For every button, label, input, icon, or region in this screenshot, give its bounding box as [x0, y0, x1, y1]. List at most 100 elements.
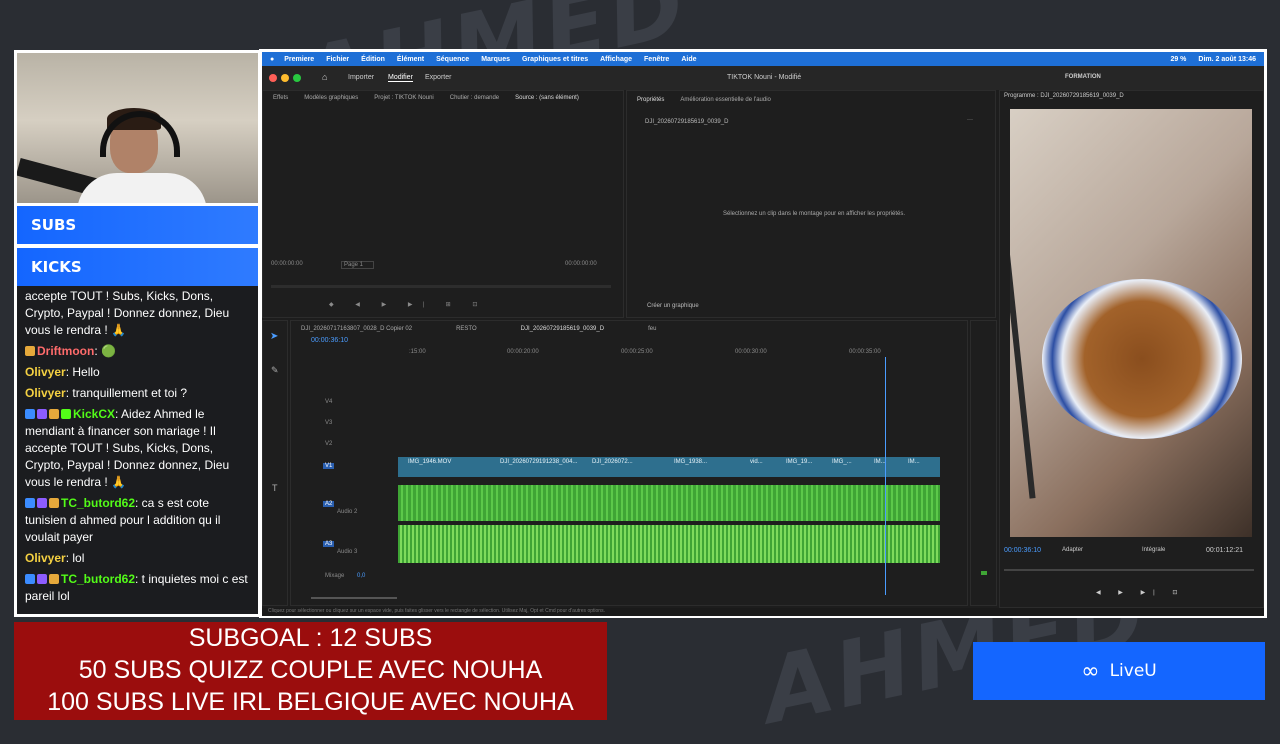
tab-exporter[interactable]: Exporter [425, 74, 451, 81]
status-hint: Cliquez pour sélectionner ou cliquez sur… [262, 608, 1264, 616]
menu-fenetre[interactable]: Fenêtre [644, 56, 669, 63]
video-clip[interactable]: IM... [874, 459, 886, 465]
fit-select[interactable]: Adapter [1062, 547, 1083, 553]
tab-importer[interactable]: Importer [348, 74, 374, 81]
quality-select[interactable]: Intégrale [1142, 547, 1165, 553]
video-clip[interactable]: vid... [750, 459, 763, 465]
chat-message: KickCX: Aidez Ahmed le mendiant à financ… [17, 404, 258, 493]
tab-modeles[interactable]: Modèles graphiques [304, 95, 358, 101]
sequence-tab-resto[interactable]: RESTO [456, 326, 477, 332]
menu-marques[interactable]: Marques [481, 56, 510, 63]
tab-chutier[interactable]: Chutier : demande [450, 95, 499, 101]
tab-modifier[interactable]: Modifier [388, 74, 413, 82]
chat-message: Olivyer: lol [17, 548, 258, 569]
source-timecode-right: 00:00:00:00 [565, 261, 597, 267]
menu-aide[interactable]: Aide [681, 56, 696, 63]
tab-proprietes[interactable]: Propriétés [637, 97, 664, 103]
menu-graphiques[interactable]: Graphiques et titres [522, 56, 588, 63]
chat-message: Olivyer: tranquillement et toi ? [17, 383, 258, 404]
minimize-window-button[interactable] [281, 74, 289, 82]
badge-icon [37, 498, 47, 508]
track-label-a2[interactable]: A2 [323, 501, 335, 507]
ruler-mark: 00:00:20:00 [507, 349, 539, 355]
apple-icon[interactable]: ● [270, 56, 274, 63]
chat-message: accepte TOUT ! Subs, Kicks, Dons, Crypto… [17, 286, 258, 341]
source-page-select[interactable]: Page 1 [341, 261, 375, 269]
sequence-tab-active[interactable]: DJI_20260729185619_0039_D [521, 326, 604, 332]
chat-user: Olivyer [25, 551, 66, 565]
track-label-v3[interactable]: V3 [325, 420, 332, 426]
video-clip[interactable]: IM... [908, 459, 920, 465]
mac-menubar: ● Premiere Fichier Édition Élément Séque… [262, 52, 1264, 66]
subgoal-banner: SUBGOAL : 12 SUBS 50 SUBS QUIZZ COUPLE A… [14, 622, 607, 720]
chat-text: : Hello [65, 365, 100, 379]
menu-sequence[interactable]: Séquence [436, 56, 469, 63]
subgoal-line: 100 SUBS LIVE IRL BELGIQUE AVEC NOUHA [47, 688, 574, 716]
program-scrubber[interactable] [1004, 569, 1254, 571]
source-scrubber[interactable] [271, 285, 611, 288]
audio-track-a2[interactable] [398, 485, 940, 521]
kicks-label: KICKS [31, 258, 82, 276]
tab-source[interactable]: Source : (sans élément) [515, 95, 579, 101]
chat-user: Driftmoon [37, 344, 95, 358]
workspace-label[interactable]: FORMATION [1065, 74, 1101, 80]
mix-label: Mixage [325, 573, 345, 579]
mix-value[interactable]: 0,0 [357, 573, 365, 579]
badge-icon [61, 409, 71, 419]
home-icon[interactable]: ⌂ [322, 72, 327, 82]
menu-edition[interactable]: Édition [361, 56, 385, 63]
video-clip[interactable]: DJI_20260729191238_004... [500, 459, 577, 465]
create-graphic-button[interactable]: Créer un graphique [647, 303, 699, 309]
track-label-v4[interactable]: V4 [325, 399, 332, 405]
razor-tool-icon[interactable]: ✎ [271, 365, 279, 376]
chat-message: TC_butord62: ca s est cote tunisien d ah… [17, 493, 258, 548]
chat-user: Olivyer [25, 386, 66, 400]
selection-tool-icon[interactable]: ➤ [270, 331, 278, 342]
video-clip[interactable]: IMG_1938... [674, 459, 707, 465]
more-options-icon[interactable]: ··· [967, 117, 973, 123]
source-tabs: Effets Modèles graphiques Projet : TIKTO… [263, 91, 623, 105]
menu-element[interactable]: Élément [397, 56, 424, 63]
clock: Dim. 2 août 13:46 [1198, 55, 1256, 63]
timeline-ruler[interactable]: :15:00 00:00:20:00 00:00:25:00 00:00:30:… [409, 349, 957, 359]
video-clip[interactable]: IMG_19... [786, 459, 812, 465]
menu-affichage[interactable]: Affichage [600, 56, 632, 63]
video-clip[interactable]: IMG_... [832, 459, 852, 465]
zoom-window-button[interactable] [293, 74, 301, 82]
tab-audio-enhance[interactable]: Amélioration essentielle de l'audio [680, 97, 771, 103]
chat-text: : Aidez Ahmed le mendiant à financer son… [25, 407, 230, 489]
source-transport-controls[interactable]: ◆ ◀ ▶ ▶| ⊞ ⊡ [329, 301, 487, 308]
badge-icon [49, 498, 59, 508]
audio-track-a3[interactable] [398, 525, 940, 563]
video-track-v1: IMG_1946.MOV DJI_20260729191238_004... D… [398, 457, 940, 477]
sequence-tab-feu[interactable]: feu [648, 326, 656, 332]
chat-text: : 🟢 [94, 344, 116, 358]
program-panel: Programme : DJI_20260729185619_0039_D 00… [999, 90, 1264, 608]
menu-fichier[interactable]: Fichier [326, 56, 349, 63]
badge-icon [37, 574, 47, 584]
close-window-button[interactable] [269, 74, 277, 82]
streamer-shirt [77, 173, 207, 203]
playhead[interactable] [885, 357, 886, 595]
video-clip[interactable]: IMG_1946.MOV [408, 459, 451, 465]
tab-projet[interactable]: Projet : TIKTOK Nouni [374, 95, 433, 101]
menu-premiere[interactable]: Premiere [284, 56, 314, 63]
badge-icon [37, 409, 47, 419]
app-titlebar: ⌂ Importer Modifier Exporter TIKTOK Noun… [262, 66, 1264, 90]
sequence-tab-1[interactable]: DJI_20260717163807_0028_D Copier 02 [301, 326, 412, 332]
text-tool-icon[interactable]: T [272, 483, 278, 493]
chat-user: TC_butord62 [61, 572, 136, 586]
timeline-scrollbar[interactable] [311, 597, 397, 599]
video-clip[interactable]: DJI_2026072... [592, 459, 633, 465]
track-label-a3[interactable]: A3 [323, 541, 335, 547]
program-title: Programme : DJI_20260729185619_0039_D [1004, 93, 1124, 99]
chat-message: TC_butord62: t inquietes moi c est parei… [17, 569, 258, 607]
program-transport-controls[interactable]: ◀ ▶ ▶| ⊡ [1096, 589, 1185, 596]
program-duration: 00:01:12:21 [1206, 547, 1243, 554]
chat-user: TC_butord62 [61, 496, 136, 510]
tab-effets[interactable]: Effets [273, 95, 288, 101]
ruler-mark: 00:00:30:00 [735, 349, 767, 355]
subs-label: SUBS [31, 216, 77, 234]
track-label-v2[interactable]: V2 [325, 441, 332, 447]
track-label-v1[interactable]: V1 [323, 463, 335, 469]
